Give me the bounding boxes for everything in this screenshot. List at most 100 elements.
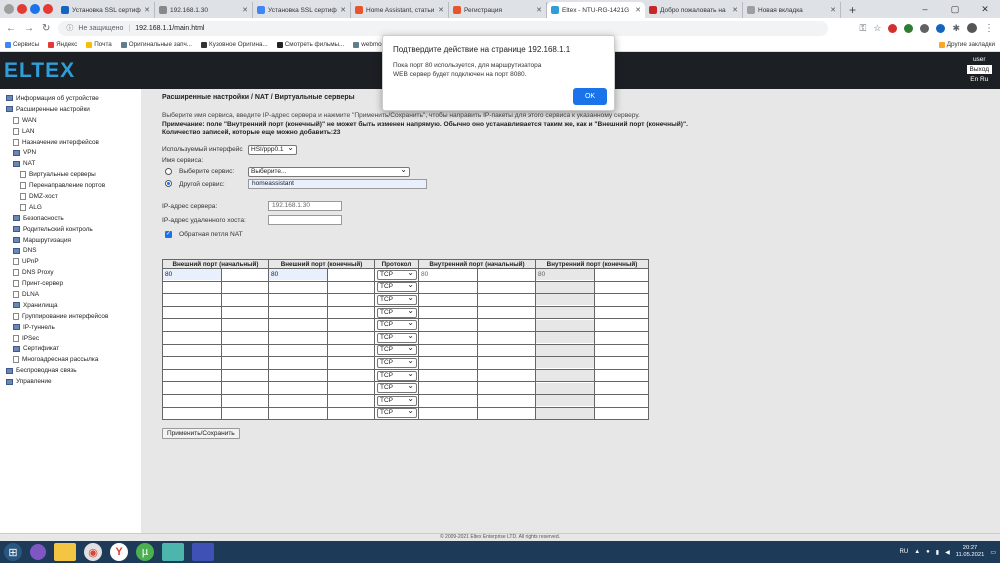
ext-start-cell[interactable]: 80 xyxy=(162,268,222,282)
chrome-icon[interactable]: ◉ xyxy=(84,543,102,561)
browser-tab[interactable]: Новая вкладка ✕ xyxy=(743,2,841,18)
reload-icon[interactable]: ↻ xyxy=(42,23,50,34)
ext-start-cell[interactable] xyxy=(162,393,222,408)
ext-end-cell[interactable]: 80 xyxy=(268,268,328,282)
sidebar-item[interactable]: ALG xyxy=(6,202,141,213)
extension-icon[interactable] xyxy=(904,23,914,33)
ext-end-input[interactable] xyxy=(269,395,327,407)
sidebar-item[interactable]: Безопасность xyxy=(6,213,141,224)
protocol-select[interactable]: TCP xyxy=(377,307,417,318)
protocol-select[interactable]: TCP xyxy=(377,382,417,394)
explorer-icon[interactable] xyxy=(54,543,76,561)
bookmark-item[interactable]: Оригинальные запч... xyxy=(120,41,192,48)
int-start-cell[interactable] xyxy=(418,293,478,307)
protocol-select[interactable]: TCP xyxy=(377,269,417,280)
pinned-tab-icon[interactable] xyxy=(43,4,53,14)
ext-start-input[interactable] xyxy=(163,281,221,293)
int-start-cell[interactable] xyxy=(418,280,478,295)
ext-start-cell[interactable] xyxy=(162,280,222,295)
browser-tab[interactable]: Регистрация ✕ xyxy=(449,2,547,18)
protocol-select[interactable]: TCP xyxy=(377,344,417,356)
apply-save-button[interactable]: Применить/Сохранить xyxy=(162,428,240,439)
volume-icon[interactable]: ◀ xyxy=(945,549,950,556)
int-start-cell[interactable] xyxy=(418,343,478,358)
ext-end-input[interactable]: 80 xyxy=(269,269,327,281)
bookmark-item[interactable]: Почта xyxy=(86,41,112,48)
ext-start-input[interactable]: 80 xyxy=(163,269,221,281)
tray-arrow-icon[interactable]: ▲ xyxy=(914,549,920,555)
browser-tab[interactable]: Home Assistant, статьи ✕ xyxy=(351,2,449,18)
sidebar-item[interactable]: DMZ-хост xyxy=(6,191,141,202)
warning-icon[interactable]: ⓘ xyxy=(66,23,73,33)
protocol-select[interactable]: TCP xyxy=(377,281,417,293)
yandex-browser-icon[interactable]: Y xyxy=(110,543,128,561)
close-tab-icon[interactable]: ✕ xyxy=(340,6,346,14)
sidebar-item[interactable]: IPSec xyxy=(6,333,141,344)
close-tab-icon[interactable]: ✕ xyxy=(830,6,836,14)
sidebar-item[interactable]: Многоадресная рассылка xyxy=(6,354,141,365)
start-button[interactable]: ⊞ xyxy=(4,543,22,561)
ext-end-input[interactable] xyxy=(269,332,327,344)
close-tab-icon[interactable]: ✕ xyxy=(144,6,150,14)
ext-end-cell[interactable] xyxy=(268,293,328,307)
service-select[interactable]: Выберите... xyxy=(248,166,410,177)
forward-icon[interactable]: → xyxy=(24,23,34,34)
int-start-input[interactable] xyxy=(419,395,477,407)
sidebar-item[interactable]: Группирование интерфейсов xyxy=(6,311,141,322)
ext-end-cell[interactable] xyxy=(268,280,328,295)
extension-icon[interactable] xyxy=(936,23,946,33)
int-start-cell[interactable] xyxy=(418,318,478,332)
network-icon[interactable]: ▮ xyxy=(936,549,939,556)
protocol-select[interactable]: TCP xyxy=(377,294,417,305)
ext-start-cell[interactable] xyxy=(162,356,222,370)
maximize-icon[interactable]: ▢ xyxy=(940,4,970,15)
sidebar-item[interactable]: Беспроводная связь xyxy=(6,365,141,376)
int-start-cell[interactable] xyxy=(418,406,478,421)
server-ip-input[interactable]: 192.168.1.30 xyxy=(268,201,342,211)
int-start-cell[interactable] xyxy=(418,393,478,408)
ext-start-input[interactable] xyxy=(163,357,221,369)
url-input[interactable]: ⓘ Не защищено | 192.168.1.1/main.html xyxy=(58,20,829,36)
other-service-input[interactable]: homeassistant xyxy=(248,179,427,189)
lang-indicator[interactable]: RU xyxy=(900,549,909,555)
ext-end-input[interactable] xyxy=(269,382,327,394)
ext-end-cell[interactable] xyxy=(268,330,328,345)
ext-end-cell[interactable] xyxy=(268,393,328,408)
ext-start-input[interactable] xyxy=(163,382,221,394)
new-tab-button[interactable]: + xyxy=(841,2,864,18)
close-tab-icon[interactable]: ✕ xyxy=(242,6,248,14)
close-window-icon[interactable]: ✕ xyxy=(970,4,1000,15)
browser-tab[interactable]: 192.168.1.30 ✕ xyxy=(155,2,253,18)
sidebar-item[interactable]: Маршрутизация xyxy=(6,235,141,246)
browser-tab[interactable]: Установка SSL сертиф ✕ xyxy=(57,2,155,18)
ext-end-input[interactable] xyxy=(269,407,327,419)
dialog-ok-button[interactable]: OK xyxy=(573,88,607,105)
close-tab-icon[interactable]: ✕ xyxy=(438,6,444,14)
browser-tab[interactable]: Установка SSL сертиф ✕ xyxy=(253,2,351,18)
back-icon[interactable]: ← xyxy=(6,23,16,34)
ext-start-cell[interactable] xyxy=(162,318,222,332)
sidebar-item[interactable]: Перенаправление портов xyxy=(6,180,141,191)
int-start-cell[interactable] xyxy=(418,381,478,395)
ext-start-cell[interactable] xyxy=(162,305,222,320)
protocol-select[interactable]: TCP xyxy=(377,407,417,419)
ext-end-cell[interactable] xyxy=(268,406,328,421)
pinned-tab-icon[interactable] xyxy=(4,4,14,14)
ext-end-input[interactable] xyxy=(269,370,327,382)
ext-end-cell[interactable] xyxy=(268,343,328,358)
network-app-icon[interactable] xyxy=(192,543,214,561)
int-start-input[interactable] xyxy=(419,370,477,382)
ext-end-input[interactable] xyxy=(269,344,327,356)
alice-icon[interactable] xyxy=(30,544,46,560)
tray-app-icon[interactable]: ● xyxy=(926,549,930,555)
ext-end-cell[interactable] xyxy=(268,368,328,383)
nat-loopback-checkbox[interactable]: ✓ xyxy=(165,231,172,238)
bookmark-item[interactable]: Кузовное Оригина... xyxy=(201,41,268,48)
int-start-input[interactable]: 80 xyxy=(419,269,477,281)
sidebar-item[interactable]: Виртуальные серверы xyxy=(6,169,141,180)
ext-end-cell[interactable] xyxy=(268,356,328,370)
extension-icon[interactable] xyxy=(920,23,930,33)
sidebar-item[interactable]: VPN xyxy=(6,147,141,158)
int-start-input[interactable] xyxy=(419,281,477,293)
ext-start-cell[interactable] xyxy=(162,368,222,383)
